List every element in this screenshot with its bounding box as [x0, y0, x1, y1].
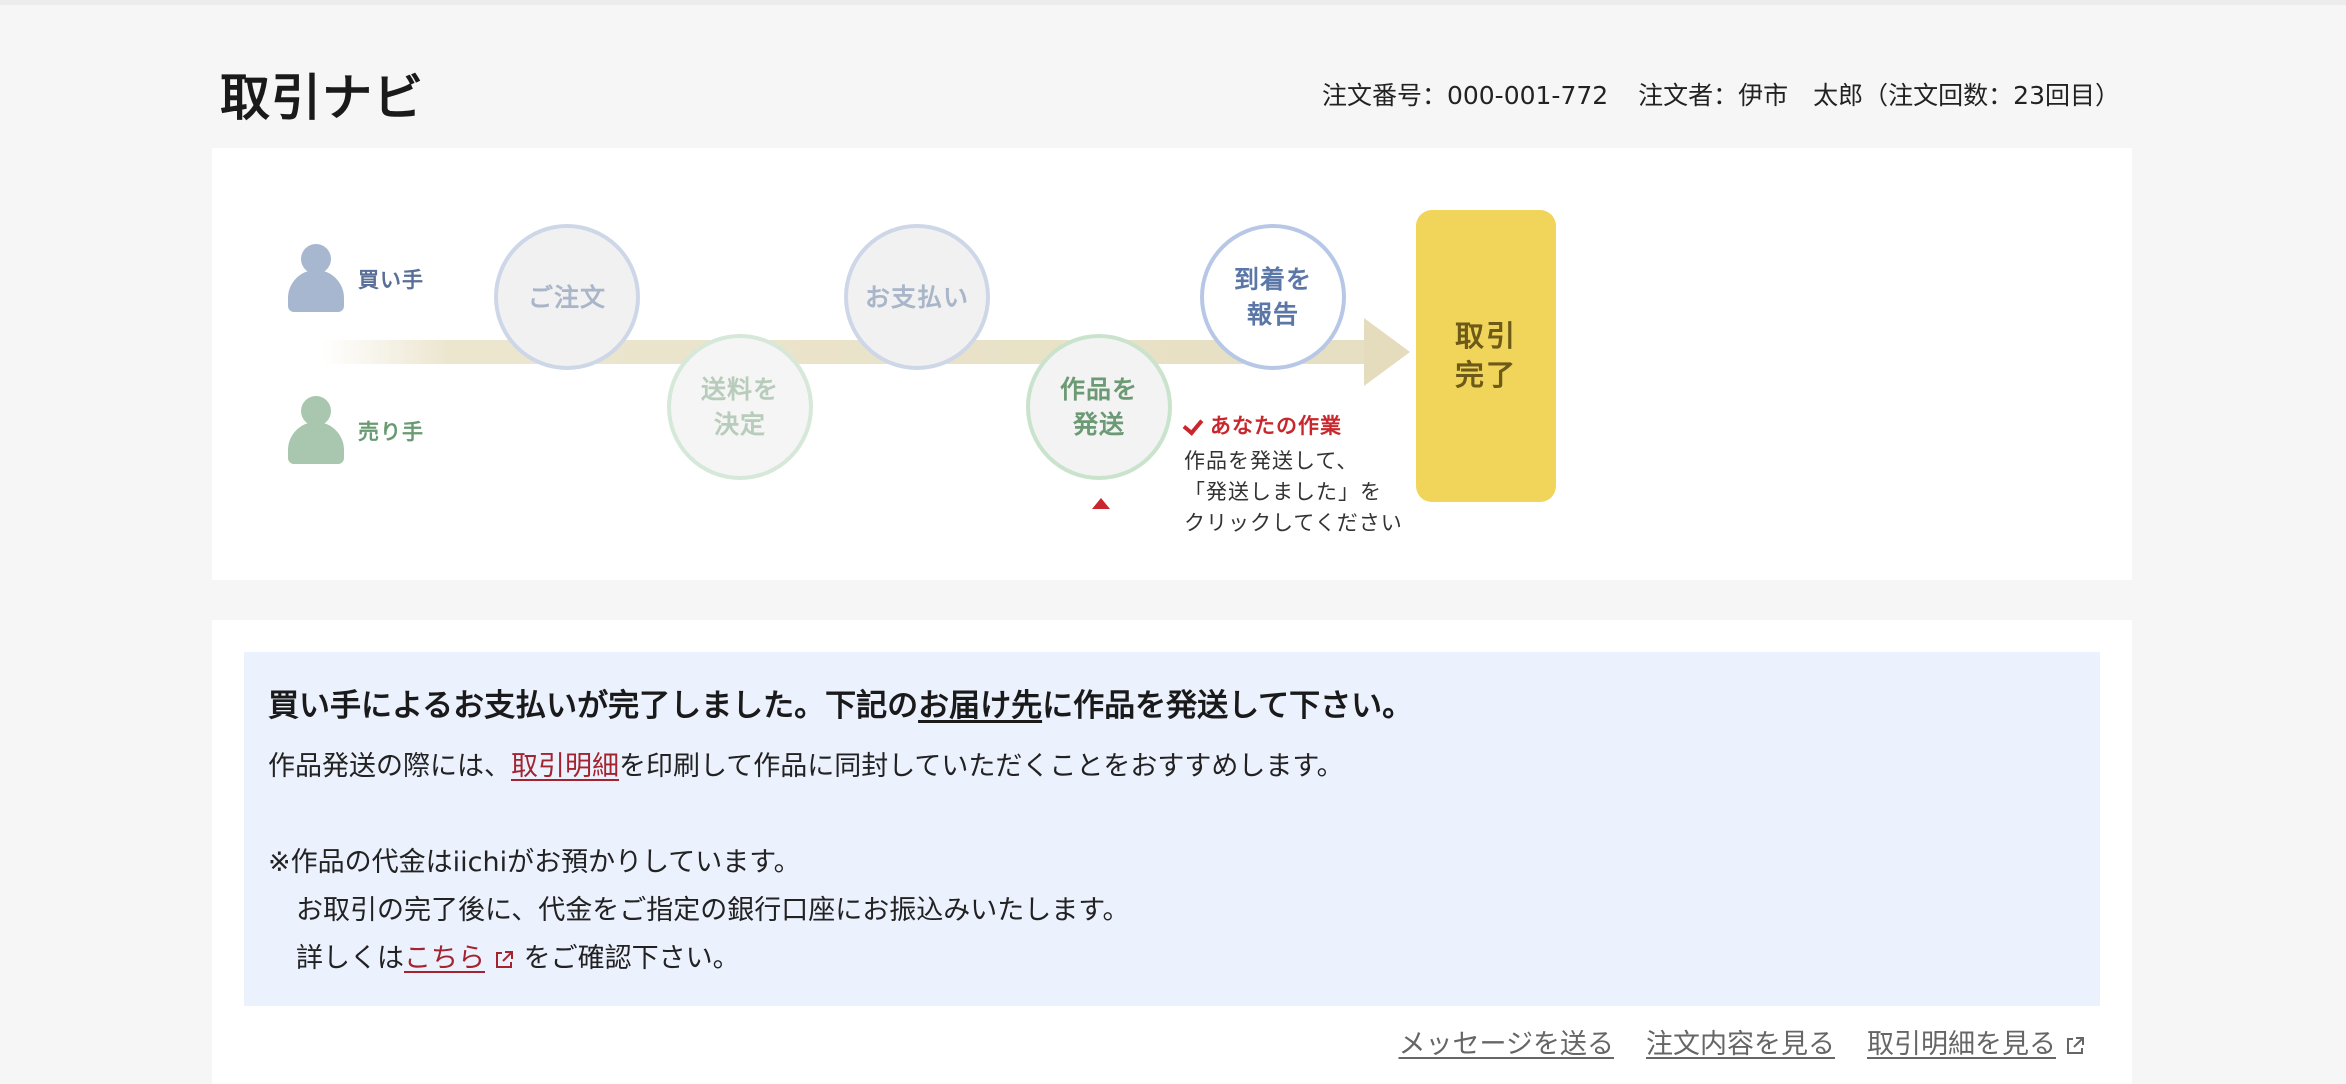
flow-arrow-head	[1364, 318, 1410, 386]
your-task-title: あなたの作業	[1210, 414, 1342, 438]
seller-label: 売り手	[358, 420, 424, 444]
details-text: 詳しくは	[296, 943, 404, 974]
step-report-arrival: 到着を 報告	[1200, 224, 1346, 370]
notice-headline-text: 買い手によるお支払いが完了しました。下記の	[268, 688, 919, 724]
view-statement-link[interactable]: 取引明細を見る	[1867, 1029, 2056, 1060]
print-statement-text-end: を印刷して作品に同封していただくことをおすすめします。	[619, 751, 1344, 782]
seller-icon	[288, 396, 344, 466]
step-order-label: ご注文	[527, 282, 606, 312]
details-text-end: をご確認下さい。	[523, 943, 740, 974]
external-link-icon	[2067, 1036, 2084, 1054]
notice-headline-text-end: に作品を発送して下さい。	[1042, 688, 1414, 724]
your-task-description: 作品を発送して、 「発送しました」を クリックしてください	[1184, 449, 1403, 535]
message-panel: 買い手によるお支払いが完了しました。下記のお届け先に作品を発送して下さい。 作品…	[212, 620, 2132, 1084]
notice-headline: 買い手によるお支払いが完了しました。下記のお届け先に作品を発送して下さい。	[268, 680, 1413, 725]
details-link[interactable]: こちら	[404, 943, 485, 974]
orderer-info: 注文者：伊市 太郎（注文回数：23回目）	[1638, 81, 2120, 110]
order-info: 注文番号：000-001-772 注文者：伊市 太郎（注文回数：23回目）	[1322, 76, 2120, 112]
footer-links: メッセージを送る 注文内容を見る 取引明細を見る	[1367, 1022, 2086, 1061]
payment-held-note: ※作品の代金はiichiがお預かりしています。	[268, 847, 801, 878]
page-title: 取引ナビ	[220, 69, 424, 127]
your-task: あなたの作業 作品を発送して、 「発送しました」を クリックしてください	[1184, 410, 1403, 539]
transaction-flow-panel: 買い手 売り手 ご注文 送料を 決定 お支払い 作品を 発送 到着を 報告 あな…	[212, 148, 2132, 580]
step-payment-label: お支払い	[864, 282, 969, 312]
send-message-link[interactable]: メッセージを送る	[1399, 1029, 1614, 1060]
checkmark-icon	[1184, 415, 1204, 435]
transfer-note: お取引の完了後に、代金をご指定の銀行口座にお振込みいたします。	[296, 895, 1130, 926]
buyer-icon	[288, 244, 344, 314]
notice-box: 買い手によるお支払いが完了しました。下記のお届け先に作品を発送して下さい。 作品…	[244, 652, 2100, 1006]
step-order: ご注文	[494, 224, 640, 370]
step-transaction-complete: 取引 完了	[1416, 210, 1556, 502]
step-shipping-fee-label: 送料を 決定	[700, 375, 779, 439]
step-report-arrival-label: 到着を 報告	[1233, 265, 1312, 329]
print-statement-text: 作品発送の際には、	[268, 751, 511, 782]
current-step-marker-icon	[1092, 498, 1110, 509]
view-order-link[interactable]: 注文内容を見る	[1646, 1029, 1835, 1060]
statement-link[interactable]: 取引明細	[511, 751, 619, 782]
buyer-label: 買い手	[358, 268, 424, 292]
external-link-icon	[496, 950, 513, 968]
print-statement-line: 作品発送の際には、取引明細を印刷して作品に同封していただくことをおすすめします。	[268, 744, 1344, 783]
top-border	[0, 0, 2346, 5]
step-ship-item: 作品を 発送	[1026, 334, 1172, 480]
delivery-address-link[interactable]: お届け先	[918, 688, 1042, 724]
step-ship-item-label: 作品を 発送	[1059, 375, 1138, 439]
step-shipping-fee: 送料を 決定	[667, 334, 813, 480]
order-number: 注文番号：000-001-772	[1321, 81, 1609, 110]
step-payment: お支払い	[844, 224, 990, 370]
details-line: 詳しくはこちら をご確認下さい。	[296, 936, 740, 975]
